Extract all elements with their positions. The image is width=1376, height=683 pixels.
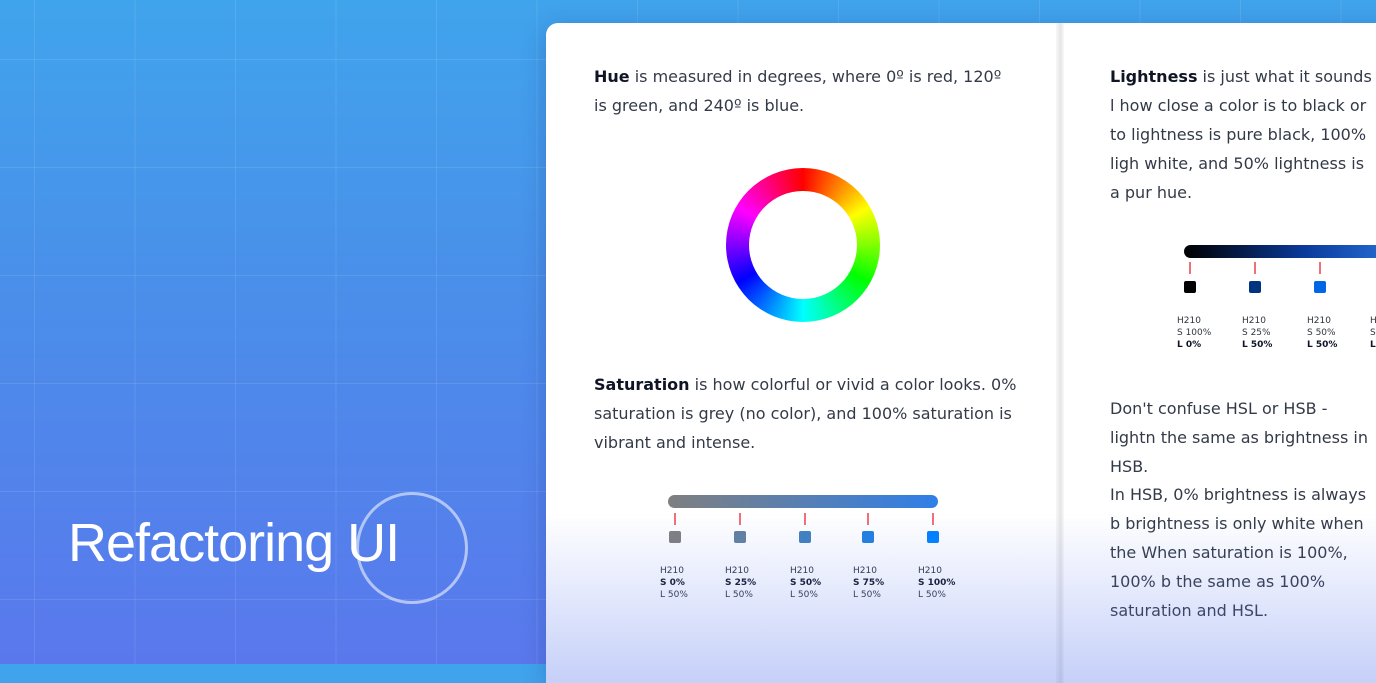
saturation-value: S 50% [1307, 328, 1336, 338]
saturation-gradient-bar [668, 495, 938, 508]
saturation-value: S 75% [853, 578, 885, 588]
hue-value: H210 [660, 566, 684, 576]
lightness-value: L 50% [918, 590, 946, 600]
saturation-value: S 50% [790, 578, 822, 588]
lightness-paragraph: Lightness is just what it sounds l how c… [1110, 62, 1372, 207]
hue-value: H210 [790, 566, 814, 576]
saturation-swatch [927, 531, 939, 543]
saturation-swatch-label: H210 S 75% L 50% [853, 565, 913, 601]
lightness-tick [1319, 262, 1321, 274]
brand-logo: Refactoring UI [68, 492, 488, 612]
saturation-tick [932, 513, 934, 525]
hue-color-wheel [726, 168, 880, 322]
lightness-value: L 50% [660, 590, 688, 600]
saturation-value: S 100% [918, 578, 956, 588]
lightness-tick [1254, 262, 1256, 274]
lightness-value: L 0% [1177, 340, 1202, 350]
brand-name: Refactoring UI [68, 513, 400, 573]
saturation-tick [674, 513, 676, 525]
saturation-swatch-label: H210 S 0% L 50% [660, 565, 720, 601]
lightness-value: L 50% [1242, 340, 1273, 350]
saturation-swatch-label: H210 S 25% L 50% [725, 565, 785, 601]
saturation-term: Saturation [594, 375, 690, 394]
open-book: Hue is measured in degrees, where 0º is … [546, 23, 1376, 683]
hue-value: H210 [1177, 316, 1201, 326]
lightness-value: L [1370, 340, 1376, 350]
hue-value: H210 [1242, 316, 1266, 326]
book-spine [1056, 23, 1064, 683]
saturation-swatch [862, 531, 874, 543]
saturation-swatch [734, 531, 746, 543]
right-page: Lightness is just what it sounds l how c… [1110, 23, 1376, 683]
saturation-value: S 25% [1242, 328, 1271, 338]
saturation-paragraph: Saturation is how colorful or vivid a co… [594, 370, 1019, 457]
saturation-swatch [669, 531, 681, 543]
lightness-tick [1189, 262, 1191, 274]
lightness-value: L 50% [853, 590, 881, 600]
hsb-brightness-paragraph: In HSB, 0% brightness is always b bright… [1110, 485, 1367, 620]
lightness-term: Lightness [1110, 67, 1198, 86]
lightness-value: L 50% [725, 590, 753, 600]
hue-paragraph: Hue is measured in degrees, where 0º is … [594, 62, 1014, 120]
saturation-tick [739, 513, 741, 525]
lightness-swatch [1184, 281, 1196, 293]
left-page: Hue is measured in degrees, where 0º is … [594, 23, 1024, 683]
saturation-tick [867, 513, 869, 525]
lightness-swatch [1314, 281, 1326, 293]
lightness-swatch-label: H210 S 25% L 50% [1242, 315, 1302, 351]
hue-value: H210 [918, 566, 942, 576]
saturation-value: S 0% [660, 578, 685, 588]
hue-term: Hue [594, 67, 630, 86]
lightness-gradient-bar [1184, 245, 1376, 258]
hue-value: H210 [853, 566, 877, 576]
lightness-swatch-label: H S L [1370, 315, 1376, 351]
saturation-value: S [1370, 328, 1376, 338]
saturation-swatch [799, 531, 811, 543]
saturation-swatch-label: H210 S 50% L 50% [790, 565, 850, 601]
hue-value: H210 [725, 566, 749, 576]
saturation-value: S 25% [725, 578, 757, 588]
hue-value: H210 [1307, 316, 1331, 326]
lightness-value: L 50% [1307, 340, 1338, 350]
saturation-value: S 100% [1177, 328, 1212, 338]
hue-text: is measured in degrees, where 0º is red,… [594, 67, 1002, 115]
lightness-swatch [1249, 281, 1261, 293]
hsl-hsb-note: Don't confuse HSL or HSB - lightn the sa… [1110, 399, 1368, 476]
hue-value: H [1370, 316, 1376, 326]
lightness-swatch-label: H210 S 100% L 0% [1177, 315, 1237, 351]
lightness-text: is just what it sounds l how close a col… [1110, 67, 1372, 202]
saturation-swatch-label: H210 S 100% L 50% [918, 565, 978, 601]
lightness-swatch-label: H210 S 50% L 50% [1307, 315, 1367, 351]
saturation-tick [804, 513, 806, 525]
lightness-value: L 50% [790, 590, 818, 600]
